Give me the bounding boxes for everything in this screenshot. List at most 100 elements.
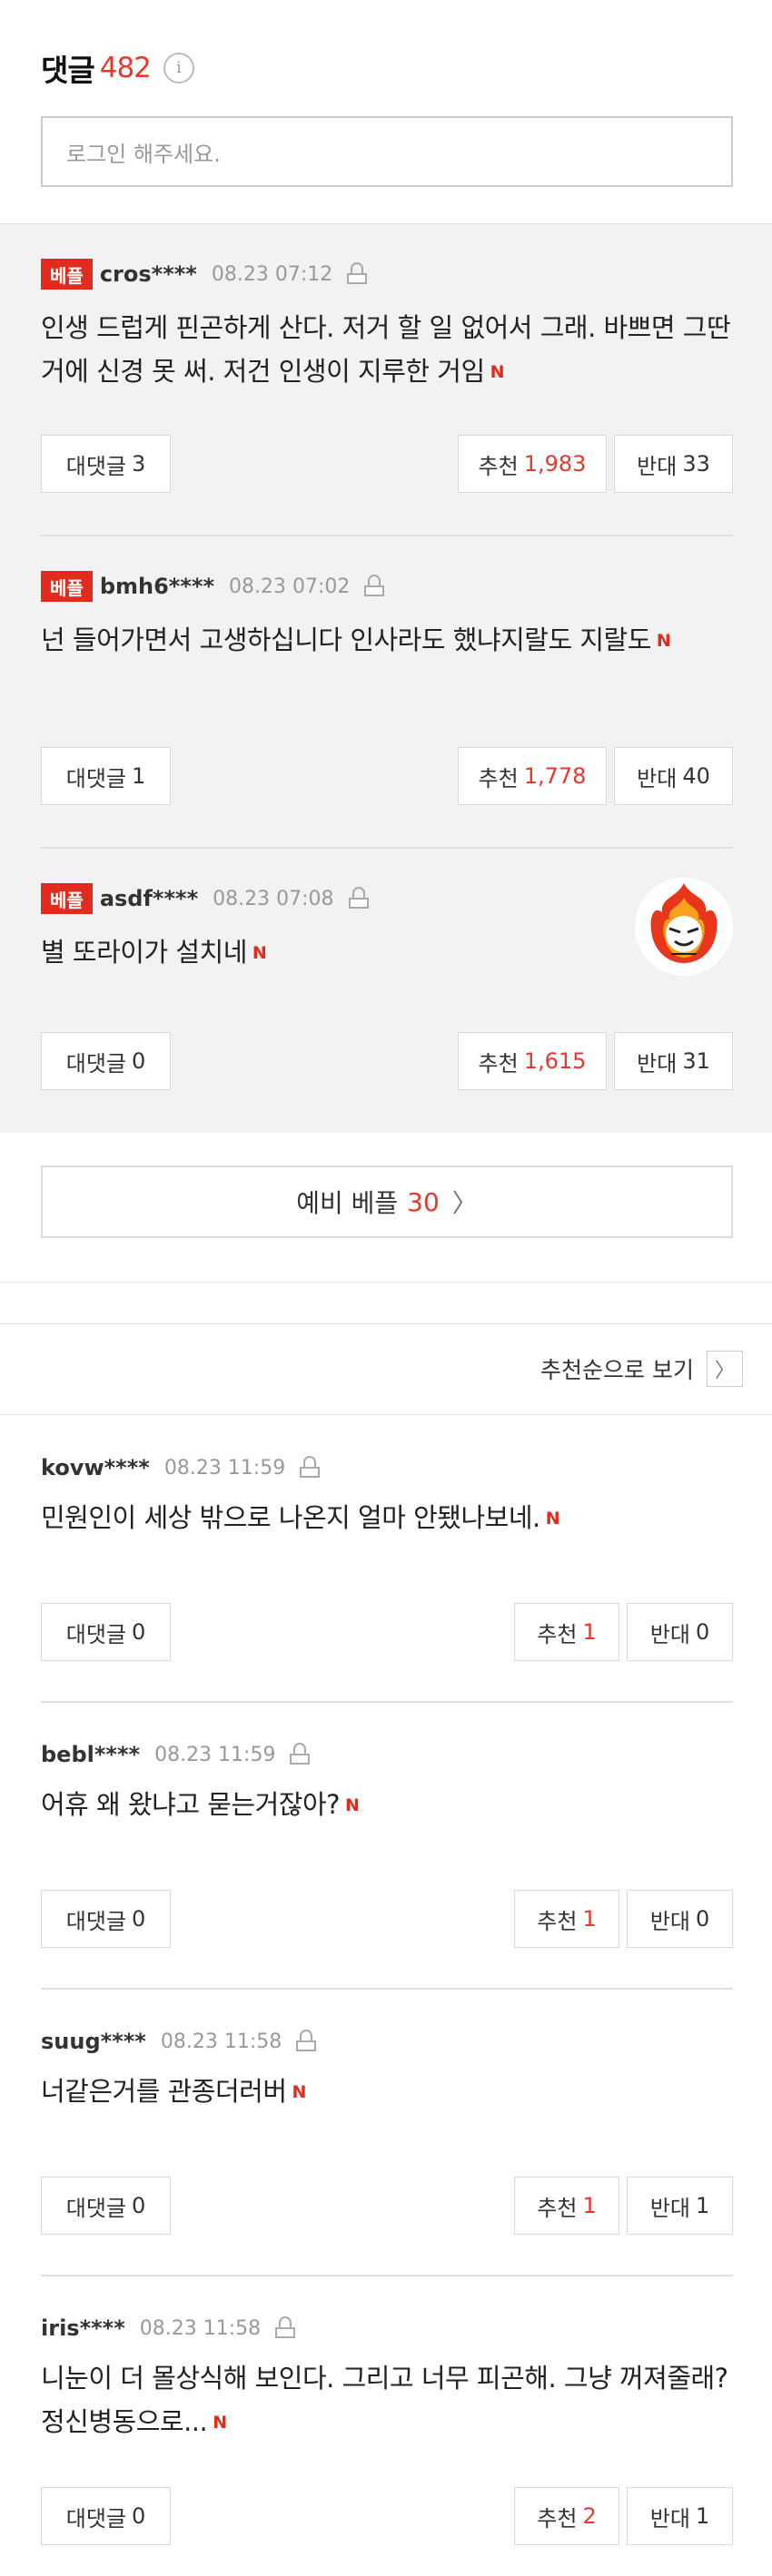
- sort-label[interactable]: 추천순으로 보기: [540, 1352, 694, 1385]
- reply-count: 1: [131, 763, 146, 789]
- info-icon[interactable]: i: [163, 53, 194, 84]
- dislike-label: 반대: [637, 1050, 678, 1077]
- dislike-button[interactable]: 반대 31: [614, 1032, 733, 1090]
- best-comment: 베플 bmh6**** 08.23 07:02 넌 들어가면서 고생하십니다 인…: [41, 571, 733, 663]
- comments-header: 댓글 482 i: [41, 45, 194, 91]
- comment-user-id[interactable]: bebl****: [41, 1742, 140, 1767]
- comment-body: 어휴 왜 왔냐고 묻는거잖아?: [41, 1789, 341, 1820]
- comment-body: 너같은거를 관종더러버: [41, 2076, 287, 2107]
- more-best-comments-button[interactable]: 예비 베플 30 〉: [41, 1165, 733, 1238]
- reply-label: 대댓글: [65, 2505, 126, 2532]
- dislike-button[interactable]: 반대 40: [614, 747, 733, 805]
- like-button[interactable]: 추천 1: [514, 2177, 619, 2235]
- comment: suug**** 08.23 11:58 너같은거를 관종더러버 N: [41, 2026, 733, 2114]
- like-count: 1,778: [523, 763, 587, 789]
- lock-icon[interactable]: [364, 575, 385, 598]
- comment-body: 별 또라이가 설치네: [41, 937, 247, 968]
- new-icon: N: [252, 943, 267, 963]
- like-button[interactable]: 추천 1,778: [458, 747, 607, 805]
- like-label: 추천: [537, 2195, 578, 2221]
- comment-text: 니눈이 더 몰상식해 보인다. 그리고 너무 피곤해. 그냥 꺼져줄래? 정신병…: [41, 2356, 733, 2444]
- like-button[interactable]: 추천 1: [514, 1890, 619, 1948]
- like-label: 추천: [478, 1050, 519, 1077]
- reply-button[interactable]: 대댓글 1: [41, 747, 171, 805]
- reply-count: 0: [131, 1619, 146, 1645]
- like-button[interactable]: 추천 2: [514, 2487, 619, 2545]
- best-badge: 베플: [41, 571, 93, 602]
- comment-user-id[interactable]: iris****: [41, 2315, 125, 2341]
- reply-button[interactable]: 대댓글 0: [41, 1032, 171, 1090]
- comment-user-id[interactable]: bmh6****: [100, 574, 214, 599]
- reply-label: 대댓글: [65, 453, 126, 479]
- dislike-button[interactable]: 반대 1: [627, 2487, 733, 2545]
- dislike-button[interactable]: 반대 0: [627, 1603, 733, 1661]
- lock-icon[interactable]: [275, 2316, 296, 2340]
- login-prompt-input[interactable]: 로그인 해주세요.: [41, 116, 733, 187]
- comment-text: 넌 들어가면서 고생하십니다 인사라도 했냐지랄도 지랄도 N: [41, 618, 733, 663]
- comment-user-id[interactable]: asdf****: [100, 886, 198, 911]
- comment-user-id[interactable]: suug****: [41, 2029, 146, 2054]
- comment-text: 어휴 왜 왔냐고 묻는거잖아? N: [41, 1783, 733, 1827]
- comment-text: 별 또라이가 설치네 N: [41, 930, 733, 975]
- divider: [0, 1323, 772, 1324]
- comment-meta: 베플 asdf**** 08.23 07:08: [41, 883, 733, 914]
- divider: [41, 2275, 733, 2276]
- like-button[interactable]: 추천 1,615: [458, 1032, 607, 1090]
- comment: bebl**** 08.23 11:59 어휴 왜 왔냐고 묻는거잖아? N: [41, 1739, 733, 1827]
- reply-button[interactable]: 대댓글 0: [41, 1890, 171, 1948]
- dislike-count: 31: [682, 1048, 710, 1074]
- comment-meta: suug**** 08.23 11:58: [41, 2026, 733, 2057]
- dislike-button[interactable]: 반대 1: [627, 2177, 733, 2235]
- like-label: 추천: [478, 765, 519, 791]
- comment-user-id[interactable]: cros****: [100, 261, 197, 287]
- lock-icon[interactable]: [347, 262, 368, 286]
- dislike-button[interactable]: 반대 0: [627, 1890, 733, 1948]
- like-button[interactable]: 추천 1,983: [458, 435, 607, 493]
- dislike-label: 반대: [649, 2505, 690, 2532]
- comment-meta: iris**** 08.23 11:58: [41, 2313, 733, 2344]
- comment-date: 08.23 07:08: [213, 887, 334, 910]
- dislike-label: 반대: [649, 1908, 690, 1934]
- lock-icon[interactable]: [300, 1456, 321, 1480]
- divider: [0, 1414, 772, 1415]
- lock-icon[interactable]: [290, 1743, 311, 1766]
- reply-button[interactable]: 대댓글 0: [41, 1603, 171, 1661]
- like-button[interactable]: 추천 1: [514, 1603, 619, 1661]
- flame-skull-avatar-icon[interactable]: [635, 878, 733, 976]
- more-best-count: 30: [407, 1186, 440, 1217]
- reply-button[interactable]: 대댓글 0: [41, 2177, 171, 2235]
- comment-text: 너같은거를 관종더러버 N: [41, 2070, 733, 2114]
- reply-button[interactable]: 대댓글 3: [41, 435, 171, 493]
- lock-icon[interactable]: [296, 2030, 317, 2053]
- comment-meta: kovw**** 08.23 11:59: [41, 1452, 733, 1483]
- comment-section-page: 댓글 482 i 로그인 해주세요. 베플 cros**** 08.23 07:…: [0, 0, 772, 2576]
- like-count: 1: [582, 2193, 597, 2218]
- divider: [41, 1701, 733, 1703]
- reply-button[interactable]: 대댓글 0: [41, 2487, 171, 2545]
- reply-label: 대댓글: [65, 1908, 126, 1934]
- best-comment: 베플 cros**** 08.23 07:12 인생 드럽게 핀곤하게 산다. …: [41, 259, 733, 394]
- best-badge: 베플: [41, 259, 93, 290]
- lock-icon[interactable]: [348, 887, 369, 910]
- comment-date: 08.23 07:12: [211, 262, 333, 286]
- comment-date: 08.23 11:59: [154, 1743, 276, 1766]
- reply-label: 대댓글: [65, 765, 126, 791]
- sort-control[interactable]: 추천순으로 보기 〉: [540, 1351, 743, 1387]
- comment-date: 08.23 11:58: [139, 2316, 262, 2340]
- dislike-label: 반대: [637, 765, 678, 791]
- like-count: 1,983: [523, 451, 587, 477]
- divider: [41, 1988, 733, 1990]
- reply-count: 0: [131, 2193, 146, 2218]
- comment-body: 민원인이 세상 밖으로 나온지 얼마 안됐나보네.: [41, 1502, 540, 1533]
- like-label: 추천: [537, 1908, 578, 1934]
- reply-count: 0: [131, 1906, 146, 1932]
- more-best-label: 예비 베플: [296, 1188, 399, 1218]
- dislike-label: 반대: [637, 453, 678, 479]
- new-icon: N: [545, 1509, 560, 1529]
- dislike-button[interactable]: 반대 33: [614, 435, 733, 493]
- comment-user-id[interactable]: kovw****: [41, 1455, 150, 1480]
- new-icon: N: [213, 2413, 227, 2433]
- comment-date: 08.23 11:59: [163, 1456, 286, 1480]
- comments-count: 482: [99, 52, 152, 84]
- chevron-right-icon[interactable]: 〉: [707, 1351, 743, 1387]
